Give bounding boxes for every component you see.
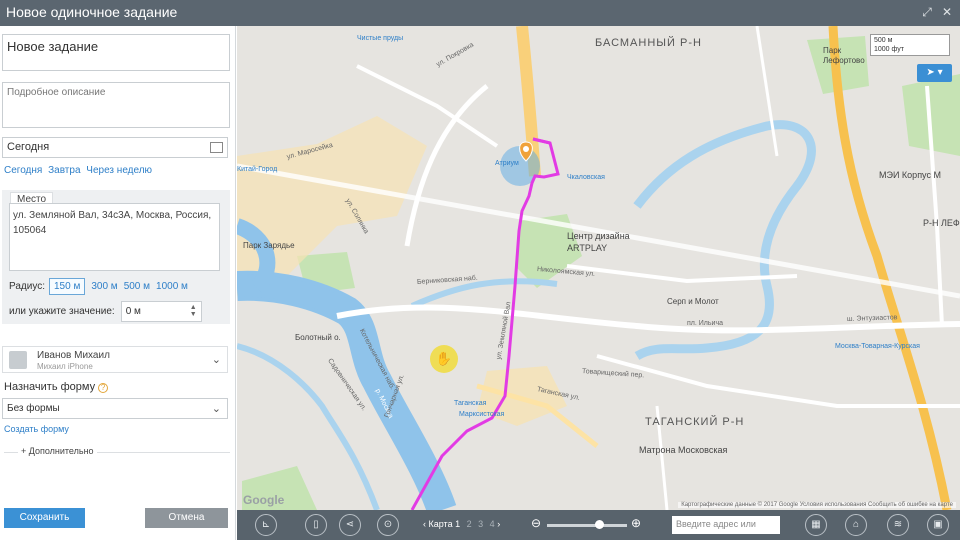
zoom-in-icon[interactable]: ⊕ xyxy=(631,516,641,530)
place-matrona: Матрона Московская xyxy=(639,445,728,455)
more-options-text: Дополнительно xyxy=(28,446,94,456)
map-toolbar: ⊾ ▯ ⋖ ⊙ ‹ Карта 1 2 3 4 › ⊖ ⊕ Введите ад… xyxy=(237,510,960,540)
zoom-slider-track[interactable] xyxy=(547,524,627,527)
place-chkalovskaya: Чкаловская xyxy=(567,174,605,181)
assign-form-label: Назначить форму? xyxy=(4,381,109,393)
date-link-today[interactable]: Сегодня xyxy=(4,165,42,176)
map-canvas xyxy=(237,26,960,510)
locate-button[interactable]: ➤ ▾ xyxy=(917,64,952,82)
place-artplay: Центр дизайна ARTPLAY xyxy=(567,231,630,253)
close-icon[interactable]: ✕ xyxy=(940,5,954,19)
place-serp-molot: Серп и Молот xyxy=(667,297,719,306)
place-zaryadye: Парк Зарядье xyxy=(243,241,295,250)
assignee-device: Михаил iPhone xyxy=(37,362,93,371)
place-atrium: Атриум xyxy=(495,160,519,167)
radius-option-150[interactable]: 150 м xyxy=(49,278,86,295)
task-form-panel: Новое задание Подробное описание Сегодня… xyxy=(0,26,236,540)
custom-radius-stepper[interactable]: 0 м ▲ ▼ xyxy=(120,301,202,322)
map-scale: 500 м 1000 фут xyxy=(870,34,950,56)
place-mei: МЭИ Корпус М xyxy=(879,170,941,180)
district-basmanny: БАСМАННЫЙ Р-Н xyxy=(595,37,702,49)
assignee-select[interactable]: Иванов Михаил Михаил iPhone ⌄ xyxy=(2,346,228,373)
custom-radius-value: 0 м xyxy=(125,306,141,317)
date-quick-links: Сегодня Завтра Через неделю xyxy=(4,165,155,176)
map-attribution: Картографические данные © 2017 Google Ус… xyxy=(678,502,956,508)
share-icon[interactable]: ⋖ xyxy=(339,514,361,536)
map-page-4[interactable]: 4 xyxy=(490,519,495,529)
title-bar: Новое одиночное задание ⤢ ✕ xyxy=(0,0,960,26)
map-view[interactable]: БАСМАННЫЙ Р-Н ТАГАНСКИЙ Р-Н Центр дизайн… xyxy=(237,26,960,510)
date-input[interactable]: Сегодня xyxy=(2,137,228,158)
stepper-arrows-icon[interactable]: ▲ ▼ xyxy=(190,304,197,318)
scale-metric: 500 м xyxy=(874,37,893,44)
avatar xyxy=(9,351,27,369)
map-page-2[interactable]: 2 xyxy=(467,519,472,529)
zoom-slider-handle[interactable] xyxy=(595,520,604,529)
radius-option-300[interactable]: 300 м xyxy=(91,281,117,292)
save-button[interactable]: Сохранить xyxy=(4,508,85,528)
map-page-3[interactable]: 3 xyxy=(478,519,483,529)
radius-option-500[interactable]: 500 м xyxy=(124,281,150,292)
radius-label: Радиус: xyxy=(9,281,45,292)
help-icon[interactable]: ? xyxy=(98,383,109,393)
traffic-light-icon[interactable]: ▯ xyxy=(305,514,327,536)
map-current-tab[interactable]: Карта 1 xyxy=(429,519,461,529)
assignee-name: Иванов Михаил xyxy=(37,350,110,361)
place-rn-lefortovo: Р-Н ЛЕФ xyxy=(923,218,960,228)
place-marksistskaya: Марксистская xyxy=(459,411,505,418)
layers-icon[interactable]: ≋ xyxy=(887,514,909,536)
address-search-input[interactable]: Введите адрес или xyxy=(672,516,780,534)
calendar-icon[interactable] xyxy=(210,142,223,153)
expand-icon[interactable]: ⤢ xyxy=(920,5,934,19)
place-lefortovo-park: Парк Лефортово xyxy=(823,46,865,65)
date-link-tomorrow[interactable]: Завтра xyxy=(48,165,80,176)
place-kitay: Китай-Город xyxy=(237,166,278,173)
form-select[interactable]: Без формы ⌄ xyxy=(2,398,228,419)
task-description-input[interactable]: Подробное описание xyxy=(2,82,230,128)
pin-icon[interactable]: ⊙ xyxy=(377,514,399,536)
hand-cursor-icon: ✋ xyxy=(430,345,458,373)
scale-imperial: 1000 фут xyxy=(874,46,904,53)
place-taganskaya: Таганская xyxy=(454,400,487,407)
google-logo: Google xyxy=(243,493,285,507)
radius-row: Радиус: 150 м 300 м 500 м 1000 м xyxy=(9,278,188,295)
chevron-down-icon: ⌄ xyxy=(211,403,221,415)
home-icon[interactable]: ⌂ xyxy=(845,514,867,536)
place-tovarnaya: Москва-Товарная-Курская xyxy=(835,343,920,350)
place-bolotny: Болотный о. xyxy=(295,333,341,342)
window-title: Новое одиночное задание xyxy=(6,4,178,20)
address-input[interactable]: ул. Земляной Вал, 34с3А, Москва, Россия,… xyxy=(9,203,220,271)
road-ilyicha: пл. Ильича xyxy=(687,320,723,327)
assign-form-text: Назначить форму xyxy=(4,381,96,393)
fullscreen-icon[interactable]: ▣ xyxy=(927,514,949,536)
place-chistye: Чистые пруды xyxy=(357,35,404,42)
buildings-icon[interactable]: ▦ xyxy=(805,514,827,536)
district-tagansky: ТАГАНСКИЙ Р-Н xyxy=(645,416,745,428)
cancel-button[interactable]: Отмена xyxy=(145,508,228,528)
zoom-out-icon[interactable]: ⊖ xyxy=(531,516,541,530)
custom-radius-row: или укажите значение: 0 м ▲ ▼ xyxy=(9,301,202,322)
task-title-input[interactable]: Новое задание xyxy=(2,34,230,71)
map-pager: ‹ Карта 1 2 3 4 › xyxy=(423,519,501,529)
form-select-value: Без формы xyxy=(7,403,60,414)
create-form-link[interactable]: Создать форму xyxy=(4,424,69,434)
more-options-label: + Дополнительно xyxy=(18,446,97,456)
date-link-week[interactable]: Через неделю xyxy=(86,165,152,176)
ruler-icon[interactable]: ⊾ xyxy=(255,514,277,536)
zoom-control: ⊖ ⊕ xyxy=(529,516,649,533)
custom-radius-label: или укажите значение: xyxy=(9,306,115,317)
chevron-down-icon: ⌄ xyxy=(211,354,221,366)
date-value: Сегодня xyxy=(7,141,50,153)
radius-option-1000[interactable]: 1000 м xyxy=(156,281,188,292)
